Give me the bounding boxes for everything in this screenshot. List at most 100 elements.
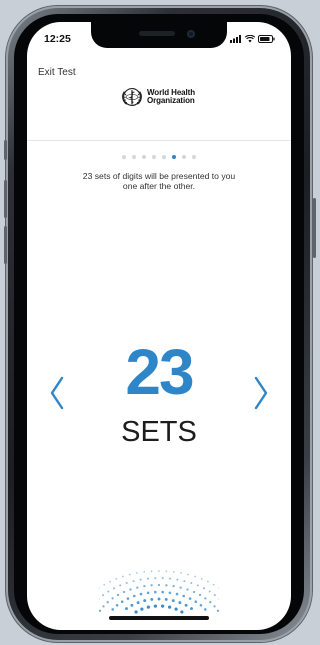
decor-dot [176,578,179,581]
sets-label: SETS [121,416,197,448]
volume-down-button [4,226,7,264]
decor-dot [139,578,142,581]
decor-dot [115,604,119,607]
progress-dot [122,155,126,159]
signal-icon [230,35,241,43]
decor-dot [196,584,199,587]
decor-dot [172,571,175,573]
decor-dot [172,584,175,588]
decor-dot [200,578,203,580]
who-wordmark-line2: Organization [147,96,195,105]
decor-dot [154,577,157,580]
decor-dot [179,586,182,589]
decor-dot [190,607,193,611]
instruction-text: 23 sets of digits will be presented to y… [82,171,236,191]
decor-dot [157,583,161,587]
decor-dot [139,592,143,596]
decor-dot [146,605,150,609]
progress-dot [152,155,156,159]
decor-dot [109,580,111,583]
decor-dot [115,578,118,580]
decor-dot [128,573,131,576]
decor-dot [180,610,184,614]
decor-dot [122,590,126,594]
decor-dot [204,597,207,600]
chevron-right-icon [254,376,268,410]
status-time: 12:25 [44,33,71,45]
who-wordmark: World Health Organization [147,88,195,106]
progress-dot [172,155,176,159]
decor-dot [161,604,165,608]
decor-dot [102,594,105,597]
decor-dot [106,601,109,604]
wifi-icon [245,35,255,43]
decor-dot [99,587,100,589]
who-logo: World Health Organization [121,86,195,108]
home-indicator[interactable] [109,616,209,620]
decor-dot [103,583,106,586]
decor-dot [165,584,168,587]
decor-dot [171,599,175,603]
decor-dot [116,593,120,597]
decor-dot [188,597,192,600]
decor-dot [125,582,128,584]
decor-dot [150,584,153,587]
decor-dot [164,597,168,601]
decor-dot [111,608,114,611]
decor-dot [161,590,164,594]
progress-dot [132,155,136,159]
decor-dot [204,608,207,611]
decor-dot [130,603,134,607]
decor-dot [192,590,196,594]
decor-dot [208,590,211,593]
decor-dot [190,582,193,584]
decor-dot [107,590,110,593]
decor-dot [168,605,172,609]
hearing-wave-decoration [99,570,219,614]
decor-dot [165,570,168,573]
decor-dot [169,577,172,580]
decor-dot [150,570,153,573]
power-button [313,198,316,258]
decor-dot [153,604,157,608]
decor-dot [187,573,190,576]
exit-test-link[interactable]: Exit Test [38,67,76,78]
decor-dot [207,580,209,583]
status-icons [230,35,275,43]
progress-dot [162,155,166,159]
decor-dot [120,600,124,603]
decor-dot [157,597,161,601]
front-camera [187,30,195,38]
decor-dot [113,587,115,590]
decor-dot [182,594,185,598]
decor-dot [133,594,136,598]
decor-dot [180,572,182,574]
decor-dot [136,572,138,574]
decor-dot [102,605,105,608]
progress-dot [142,155,146,159]
speaker-grille [139,31,175,36]
app-screen: 12:25 Exit Test World Health Organizatio… [27,22,291,630]
decor-dot [132,580,135,583]
decor-dot [111,597,114,600]
decor-dot [199,604,203,607]
decor-dot [216,609,219,612]
decor-dot [168,591,172,595]
decor-dot [212,583,215,586]
decor-dot [198,593,202,597]
decor-dot [122,575,124,578]
decor-dot [175,592,179,596]
decor-dot [143,571,146,573]
decor-dot [143,599,147,603]
decor-dot [154,590,157,594]
next-button[interactable] [253,376,269,410]
decor-dot [99,609,102,612]
decor-dot [129,588,132,591]
progress-dot [192,155,196,159]
decor-dot [126,597,130,600]
decor-dot [194,600,198,603]
battery-icon [258,35,275,43]
decor-dot [134,610,138,614]
decor-dot [161,577,164,580]
header-divider [27,140,291,141]
